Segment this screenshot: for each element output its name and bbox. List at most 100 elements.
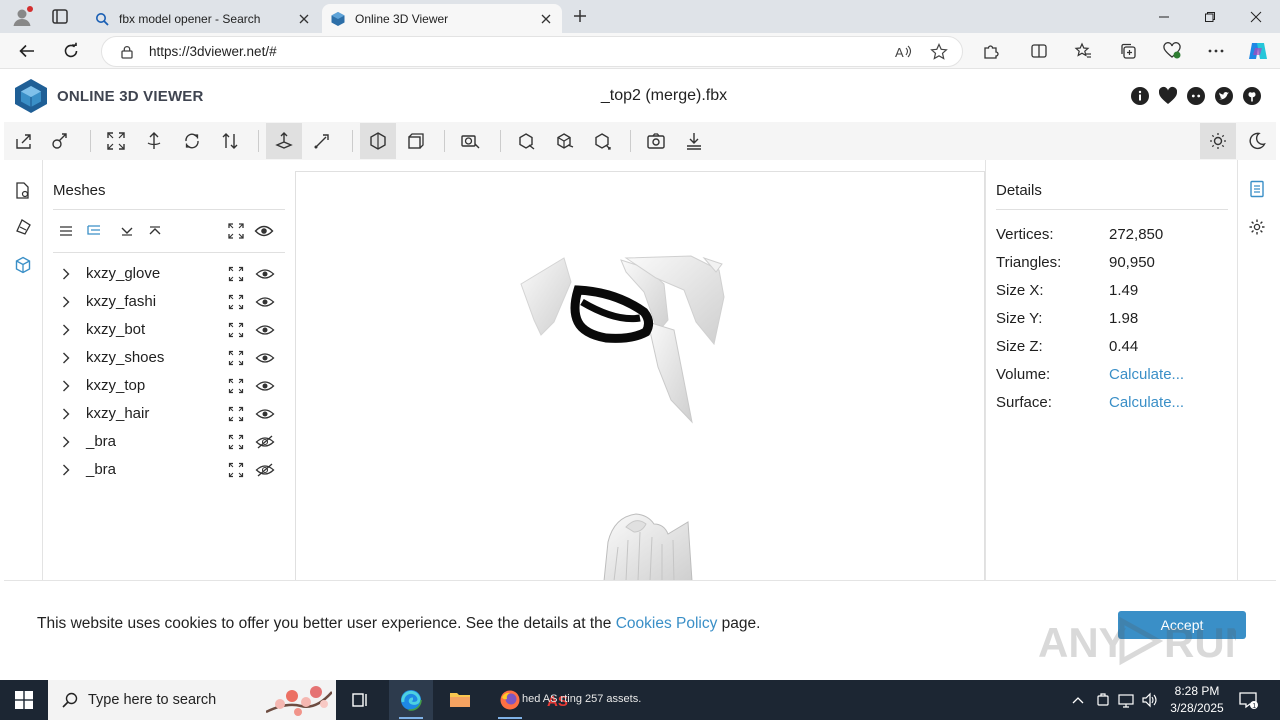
eye-icon[interactable] bbox=[255, 321, 275, 339]
fit-mesh-icon[interactable] bbox=[227, 321, 245, 339]
mesh-name[interactable]: kxzy_fashi bbox=[86, 293, 156, 310]
notifications-icon[interactable]: 1 bbox=[1236, 688, 1260, 712]
expand-chevron-right-icon[interactable] bbox=[59, 322, 73, 338]
mesh-name[interactable]: _bra bbox=[86, 461, 116, 478]
url-text[interactable]: https://3dviewer.net/# bbox=[149, 44, 892, 59]
share-download-icon[interactable] bbox=[676, 123, 712, 159]
files-icon[interactable] bbox=[12, 180, 34, 202]
favorites-icon[interactable] bbox=[1070, 38, 1096, 64]
address-bar[interactable]: https://3dviewer.net/# A bbox=[101, 36, 963, 67]
close-icon[interactable] bbox=[296, 11, 312, 27]
open-url-icon[interactable] bbox=[42, 123, 78, 159]
volume-speaker-icon[interactable] bbox=[1140, 690, 1160, 710]
show-hidden-icons-chevron-icon[interactable] bbox=[1068, 690, 1088, 710]
fixed-up-vector-icon[interactable] bbox=[212, 123, 248, 159]
expand-chevron-right-icon[interactable] bbox=[59, 406, 73, 422]
edge-browser-icon[interactable] bbox=[389, 680, 433, 720]
profile-icon[interactable] bbox=[10, 5, 34, 29]
network-icon[interactable] bbox=[1116, 690, 1136, 710]
mesh-name[interactable]: _bra bbox=[86, 433, 116, 450]
lock-icon[interactable] bbox=[119, 44, 135, 60]
measure-icon[interactable] bbox=[508, 123, 544, 159]
meshes-cube-icon[interactable] bbox=[12, 254, 34, 276]
mesh-name[interactable]: kxzy_glove bbox=[86, 265, 160, 282]
free-navigation-icon[interactable] bbox=[304, 123, 340, 159]
mesh-list-item[interactable]: kxzy_bot bbox=[53, 316, 285, 344]
eye-icon[interactable] bbox=[255, 349, 275, 367]
close-icon[interactable] bbox=[538, 11, 554, 27]
edge-display-icon[interactable] bbox=[452, 123, 488, 159]
fit-mesh-icon[interactable] bbox=[227, 461, 245, 479]
mesh-name[interactable]: kxzy_bot bbox=[86, 321, 145, 338]
open-file-icon[interactable] bbox=[6, 123, 42, 159]
mesh-list-item[interactable]: kxzy_shoes bbox=[53, 344, 285, 372]
favorite-star-icon[interactable] bbox=[927, 40, 951, 64]
flat-list-icon[interactable] bbox=[55, 220, 77, 242]
eye-hidden-icon[interactable] bbox=[255, 433, 275, 451]
system-clock[interactable]: 8:28 PM 3/28/2025 bbox=[1162, 683, 1232, 717]
set-up-vector-icon[interactable] bbox=[136, 123, 172, 159]
fit-mesh-icon[interactable] bbox=[227, 293, 245, 311]
discord-icon[interactable] bbox=[1186, 86, 1206, 106]
expand-chevron-right-icon[interactable] bbox=[59, 462, 73, 478]
eye-icon[interactable] bbox=[255, 265, 275, 283]
expand-chevron-right-icon[interactable] bbox=[59, 350, 73, 366]
light-mode-icon[interactable] bbox=[1200, 123, 1236, 159]
collections-icon[interactable] bbox=[1115, 38, 1141, 64]
task-view-icon[interactable] bbox=[338, 680, 382, 720]
eye-icon[interactable] bbox=[255, 405, 275, 423]
expand-chevron-right-icon[interactable] bbox=[59, 434, 73, 450]
eye-icon[interactable] bbox=[255, 293, 275, 311]
expand-chevron-right-icon[interactable] bbox=[59, 266, 73, 282]
taskbar-search-box[interactable]: Type here to search bbox=[48, 680, 336, 720]
fit-mesh-icon[interactable] bbox=[227, 377, 245, 395]
device-tray-icon[interactable] bbox=[1093, 690, 1113, 710]
tab-actions-icon[interactable] bbox=[48, 6, 72, 28]
perspective-camera-icon[interactable] bbox=[360, 123, 396, 159]
fit-mesh-icon[interactable] bbox=[227, 405, 245, 423]
mesh-list-item[interactable]: kxzy_glove bbox=[53, 260, 285, 288]
donate-heart-icon[interactable] bbox=[1158, 86, 1178, 106]
fit-to-window-icon[interactable] bbox=[98, 123, 134, 159]
copilot-icon[interactable] bbox=[1245, 38, 1271, 64]
materials-icon[interactable] bbox=[12, 216, 34, 238]
minimize-icon[interactable] bbox=[1141, 0, 1187, 33]
browser-essentials-icon[interactable] bbox=[1159, 38, 1185, 64]
show-all-eye-icon[interactable] bbox=[253, 220, 275, 242]
refresh-icon[interactable] bbox=[58, 38, 84, 64]
eye-hidden-icon[interactable] bbox=[255, 461, 275, 479]
details-document-icon[interactable] bbox=[1246, 178, 1268, 200]
orthographic-camera-icon[interactable] bbox=[398, 123, 434, 159]
cookies-policy-link[interactable]: Cookies Policy bbox=[616, 615, 718, 632]
mesh-name[interactable]: kxzy_shoes bbox=[86, 349, 164, 366]
collapse-all-icon[interactable] bbox=[144, 220, 166, 242]
info-icon[interactable] bbox=[1130, 86, 1150, 106]
close-window-icon[interactable] bbox=[1233, 0, 1279, 33]
mesh-list-item[interactable]: _bra bbox=[53, 428, 285, 456]
calculate-link[interactable]: Calculate... bbox=[1109, 366, 1184, 383]
mesh-list-item[interactable]: kxzy_fashi bbox=[53, 288, 285, 316]
mesh-list-item[interactable]: kxzy_hair bbox=[53, 400, 285, 428]
extensions-icon[interactable] bbox=[978, 38, 1004, 64]
fit-all-icon[interactable] bbox=[225, 220, 247, 242]
back-arrow-icon[interactable] bbox=[14, 38, 40, 64]
online-3d-viewer-logo-icon[interactable] bbox=[14, 78, 48, 114]
eye-icon[interactable] bbox=[255, 377, 275, 395]
fit-mesh-icon[interactable] bbox=[227, 349, 245, 367]
read-aloud-icon[interactable]: A bbox=[892, 40, 916, 64]
file-explorer-icon[interactable] bbox=[438, 680, 482, 720]
tab-online-3d-viewer[interactable]: Online 3D Viewer bbox=[322, 4, 562, 33]
mesh-list-item[interactable]: _bra bbox=[53, 456, 285, 484]
export-model-icon[interactable] bbox=[584, 123, 620, 159]
github-icon[interactable] bbox=[1242, 86, 1262, 106]
settings-gear-icon[interactable] bbox=[1246, 216, 1268, 238]
snapshot-camera-icon[interactable] bbox=[638, 123, 674, 159]
tree-view-icon[interactable] bbox=[83, 220, 105, 242]
fit-mesh-icon[interactable] bbox=[227, 433, 245, 451]
mesh-name[interactable]: kxzy_top bbox=[86, 377, 145, 394]
brand-name[interactable]: ONLINE 3D VIEWER bbox=[57, 88, 204, 105]
windows-start-icon[interactable] bbox=[0, 680, 48, 720]
expand-chevron-right-icon[interactable] bbox=[59, 294, 73, 310]
mesh-list-item[interactable]: kxzy_top bbox=[53, 372, 285, 400]
more-options-icon[interactable] bbox=[1203, 38, 1229, 64]
